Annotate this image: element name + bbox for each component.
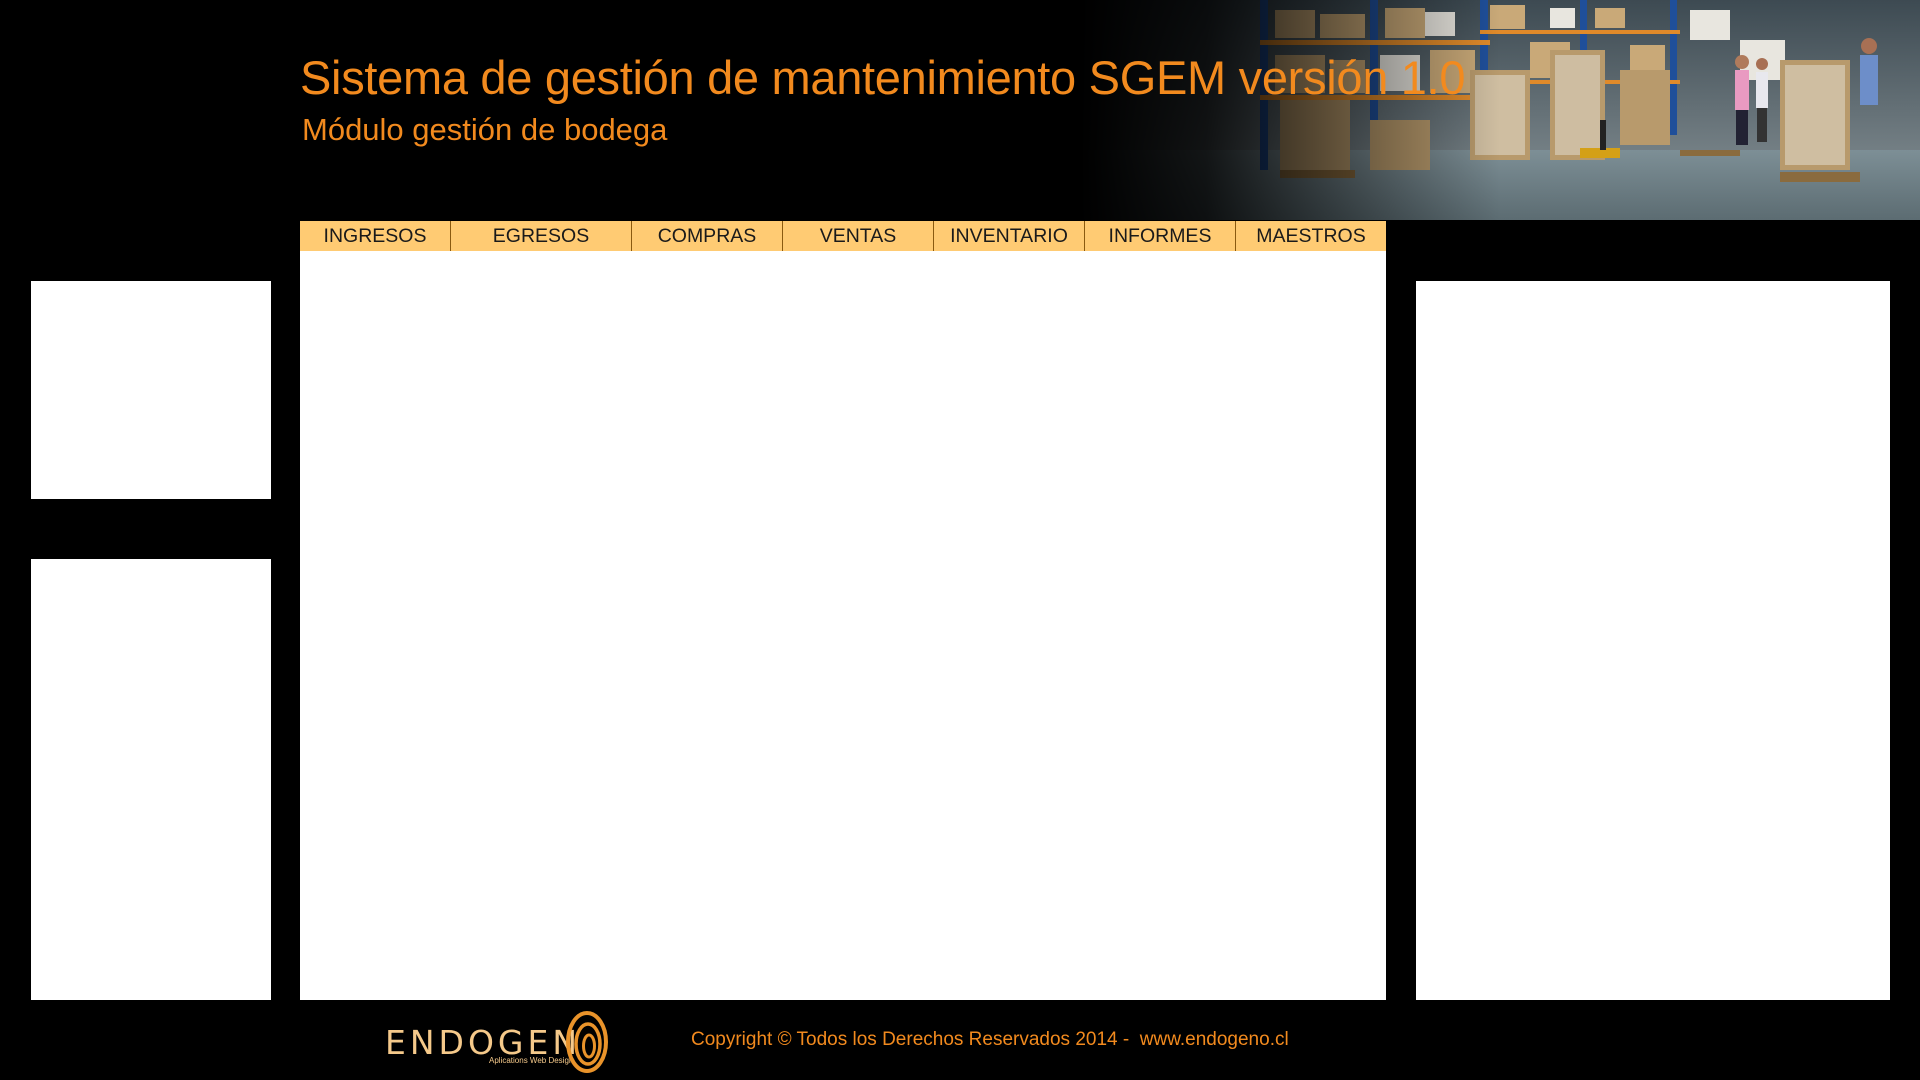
- page-subtitle: Módulo gestión de bodega: [302, 112, 668, 147]
- warehouse-banner-image: [1080, 0, 1920, 220]
- tab-informes[interactable]: INFORMES: [1085, 221, 1236, 251]
- endogeno-logo[interactable]: ENDOGEN Aplications Web Design: [385, 1010, 615, 1076]
- left-bottom-panel: [31, 559, 271, 1000]
- right-panel: [1416, 281, 1890, 1000]
- tab-ventas[interactable]: VENTAS: [783, 221, 934, 251]
- page-title: Sistema de gestión de mantenimiento SGEM…: [300, 51, 1466, 104]
- left-top-panel: [31, 281, 271, 499]
- tab-compras[interactable]: COMPRAS: [632, 221, 783, 251]
- main-nav: INGRESOS EGRESOS COMPRAS VENTAS INVENTAR…: [300, 221, 1386, 251]
- banner-fade: [1080, 0, 1500, 220]
- tab-egresos[interactable]: EGRESOS: [451, 221, 632, 251]
- tab-maestros[interactable]: MAESTROS: [1236, 221, 1386, 251]
- copyright-text: Copyright © Todos los Derechos Reservado…: [691, 1029, 1289, 1050]
- tab-inventario[interactable]: INVENTARIO: [934, 221, 1085, 251]
- page: Sistema de gestión de mantenimiento SGEM…: [0, 0, 1920, 1080]
- tab-ingresos[interactable]: INGRESOS: [300, 221, 451, 251]
- logo-tagline: Aplications Web Design: [489, 1056, 574, 1065]
- main-content-area: [300, 251, 1386, 1000]
- header: Sistema de gestión de mantenimiento SGEM…: [0, 0, 1920, 220]
- spiral-logo-icon: [566, 1011, 608, 1073]
